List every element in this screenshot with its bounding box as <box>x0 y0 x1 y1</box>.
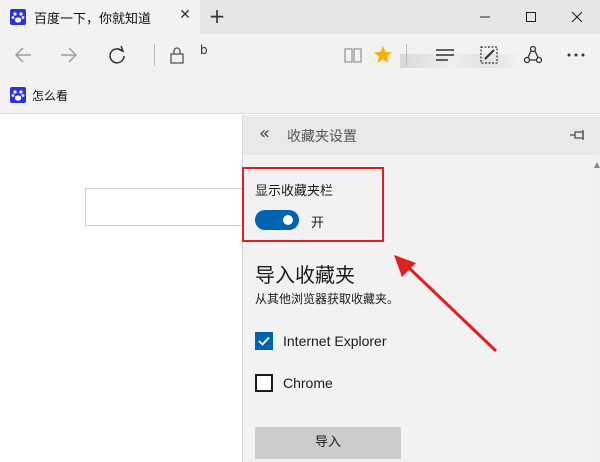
minimize-icon[interactable] <box>462 0 508 34</box>
import-option-chrome[interactable]: Chrome <box>255 373 333 393</box>
more-icon[interactable] <box>563 42 589 68</box>
panel-header: « 收藏夹设置 <box>243 115 600 155</box>
tab-title: 百度一下，你就知道 <box>34 12 152 27</box>
checkbox-unchecked-icon[interactable] <box>255 374 273 392</box>
import-favorites-heading: 导入收藏夹 <box>255 263 355 287</box>
favorites-bar-item-label: 怎么看 <box>32 88 69 103</box>
navigation-bar: b <box>0 34 600 76</box>
favorites-bar-item[interactable]: 怎么看 <box>10 86 68 104</box>
forward-arrow-icon[interactable] <box>56 42 82 68</box>
separator <box>406 44 407 66</box>
double-chevron-left-icon[interactable]: « <box>259 124 270 144</box>
pin-icon[interactable] <box>569 127 587 143</box>
checkbox-label: Internet Explorer <box>283 333 387 349</box>
favorites-bar: 怎么看 <box>0 76 600 114</box>
favorite-star-icon[interactable] <box>370 42 396 68</box>
close-icon[interactable]: ✕ <box>176 6 194 24</box>
panel-title: 收藏夹设置 <box>287 129 357 145</box>
search-input[interactable] <box>85 188 245 226</box>
reading-view-icon[interactable] <box>340 42 366 68</box>
baidu-paw-icon <box>10 87 26 103</box>
address-text: b <box>200 43 208 57</box>
panel-scrollbar[interactable]: ▲ <box>593 155 600 462</box>
title-bar: 百度一下，你就知道 ✕ + <box>0 0 600 34</box>
annotation-arrow-icon <box>394 255 498 353</box>
new-tab-button[interactable]: + <box>206 4 228 28</box>
annotation-highlight-box <box>242 167 384 242</box>
import-option-internet-explorer[interactable]: Internet Explorer <box>255 331 387 351</box>
checkbox-checked-icon[interactable] <box>255 332 273 350</box>
import-favorites-description: 从其他浏览器获取收藏夹。 <box>255 292 400 306</box>
web-note-icon[interactable] <box>476 42 502 68</box>
maximize-icon[interactable] <box>508 0 554 34</box>
hub-icon[interactable] <box>432 42 458 68</box>
page-content <box>0 115 242 462</box>
separator <box>154 44 155 66</box>
checkbox-label: Chrome <box>283 375 333 391</box>
lock-icon[interactable] <box>164 42 190 68</box>
browser-tab[interactable]: 百度一下，你就知道 ✕ <box>0 0 200 34</box>
share-icon[interactable] <box>520 42 546 68</box>
address-bar[interactable]: b <box>200 42 526 68</box>
back-arrow-icon[interactable] <box>10 42 36 68</box>
address-blur <box>400 54 526 68</box>
import-button[interactable]: 导入 <box>255 427 401 459</box>
baidu-paw-icon <box>10 9 26 25</box>
scroll-up-icon[interactable]: ▲ <box>593 161 600 169</box>
window-close-icon[interactable] <box>554 0 600 34</box>
refresh-icon[interactable] <box>104 42 130 68</box>
